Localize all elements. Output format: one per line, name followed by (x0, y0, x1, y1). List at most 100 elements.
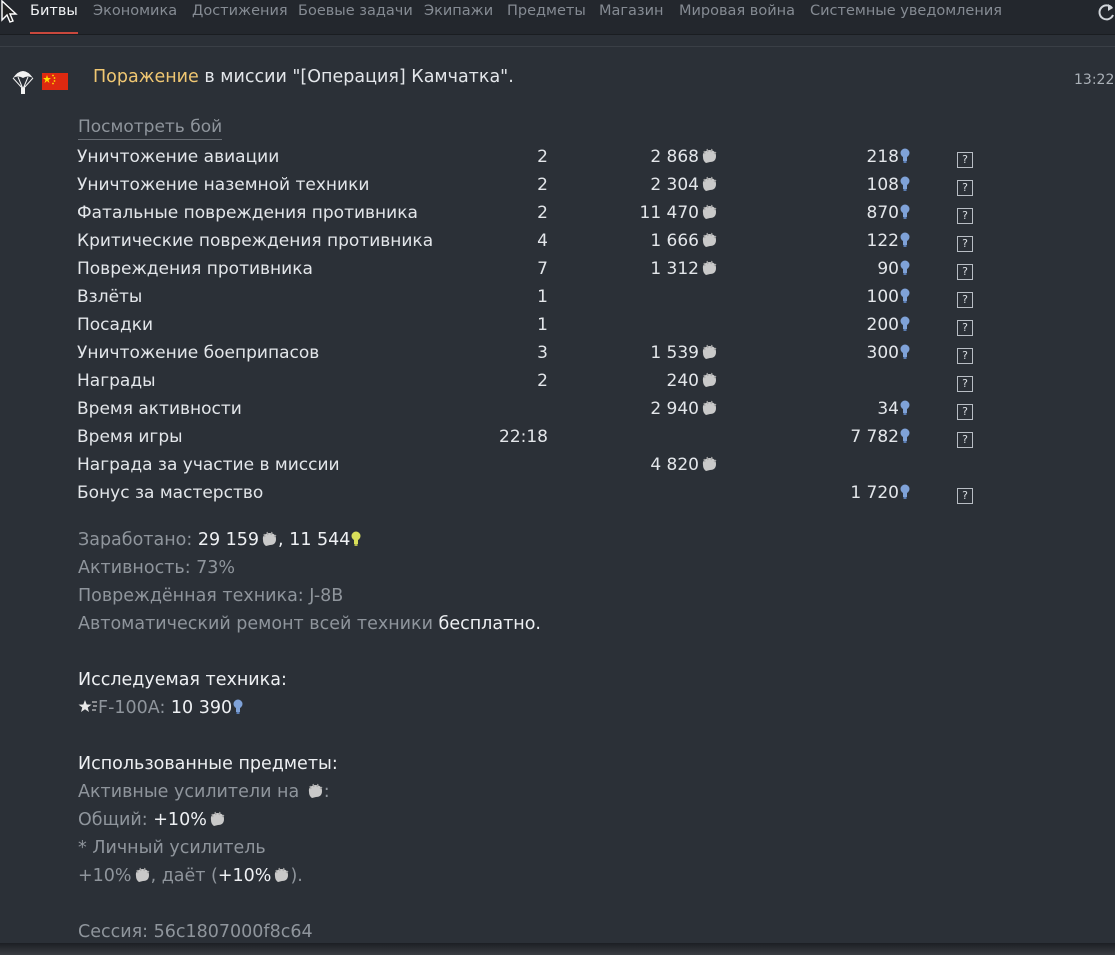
lion-icon (308, 783, 323, 798)
session-id: Сессия: 56c1807000f8c64 (78, 922, 313, 942)
row-sl-value: 240 (666, 371, 699, 391)
row-rp-value: 218 (866, 147, 899, 167)
help-icon[interactable]: ? (957, 180, 973, 196)
parachute-icon (12, 71, 34, 94)
earned-sl: 29 159 (197, 530, 260, 550)
row-count: 2 (537, 175, 548, 195)
refresh-icon[interactable] (1098, 2, 1115, 22)
lion-icon (702, 232, 717, 247)
cursor-icon (1, 0, 18, 23)
row-research-points: 7 782 (850, 427, 910, 447)
table-row: Уничтожение наземной техники 2 2 304 108? (0, 175, 1115, 203)
table-row: Повреждения противника 7 1 312 90? (0, 259, 1115, 287)
repair-line: Автоматический ремонт всей техники беспл… (78, 614, 541, 634)
row-rp-value: 300 (866, 343, 899, 363)
row-research-points: 90 (877, 259, 910, 279)
row-rp-value: 100 (866, 287, 899, 307)
row-count: 4 (537, 231, 548, 251)
separator (0, 46, 1115, 47)
help-icon[interactable]: ? (957, 292, 973, 308)
row-research-points: 300 (867, 343, 910, 363)
tab-economy[interactable]: Экономика (93, 0, 177, 32)
tab-shop[interactable]: Магазин (599, 0, 664, 32)
table-row: Бонус за мастерство 1 720? (0, 483, 1115, 511)
row-silver-lions: 2 868 (650, 147, 718, 167)
row-count: 2 (537, 203, 548, 223)
row-count: 2 (537, 147, 548, 167)
tab-items[interactable]: Предметы (507, 0, 586, 32)
research-vehicle: F-100A: (98, 698, 171, 718)
result-label: Поражение (93, 67, 199, 87)
table-row: Уничтожение боеприпасов 3 1 539 300? (0, 343, 1115, 371)
table-row: Время игры 22:18 7 782? (0, 427, 1115, 455)
row-name: Награды (77, 371, 156, 391)
research-bulb-icon (900, 204, 910, 219)
research-bulb-icon (900, 428, 910, 443)
row-silver-lions: 1 539 (650, 343, 718, 363)
row-count: 22:18 (499, 427, 548, 447)
china-flag-icon (42, 73, 68, 90)
help-icon[interactable]: ? (957, 152, 973, 168)
activity-line: Активность: 73% (78, 558, 236, 578)
lion-icon (210, 811, 225, 826)
bottom-strip (0, 943, 1115, 955)
lion-icon (702, 456, 717, 471)
lion-icon (135, 867, 149, 882)
help-icon[interactable]: ? (957, 320, 973, 336)
table-row: Взлёты 1 100? (0, 287, 1115, 315)
tab-system-notifications[interactable]: Системные уведомления (810, 0, 1002, 32)
row-research-points: 108 (867, 175, 910, 195)
earned-line: Заработано: 29 159, 11 544 (78, 530, 361, 550)
row-rp-value: 108 (866, 175, 899, 195)
row-count: 1 (537, 287, 548, 307)
table-row: Критические повреждения противника 4 1 666… (0, 231, 1115, 259)
personal-booster-value-line: +10%, даёт (+10%). (78, 866, 303, 886)
help-icon[interactable]: ? (957, 432, 973, 448)
row-research-points: 122 (867, 231, 910, 251)
view-battle-link[interactable]: Посмотреть бой (78, 117, 223, 140)
help-icon[interactable]: ? (957, 376, 973, 392)
damaged-value: J-8B (309, 586, 344, 606)
items-title: Использованные предметы: (78, 754, 338, 774)
battle-result-message: Поражение в миссии "[Операция] Камчатка"… (93, 67, 514, 87)
row-count: 3 (537, 343, 548, 363)
repair-value: бесплатно. (438, 614, 541, 634)
row-count: 7 (537, 259, 548, 279)
tab-crews[interactable]: Экипажи (424, 0, 493, 32)
help-icon[interactable]: ? (957, 264, 973, 280)
tab-battles[interactable]: Битвы (30, 0, 78, 34)
help-icon[interactable]: ? (957, 236, 973, 252)
research-bulb-icon (900, 176, 910, 191)
damaged-label: Повреждённая техника: (78, 586, 310, 606)
lion-icon (702, 372, 717, 387)
active-boosters-suffix: : (323, 782, 330, 802)
row-name: Посадки (77, 315, 154, 335)
row-name: Повреждения противника (77, 259, 313, 279)
tab-battle-tasks[interactable]: Боевые задачи (298, 0, 413, 32)
help-icon[interactable]: ? (957, 208, 973, 224)
row-name: Время игры (77, 427, 183, 447)
row-rp-value: 7 782 (850, 427, 899, 447)
table-row: Фатальные повреждения противника 2 11 470 8… (0, 203, 1115, 231)
help-icon[interactable]: ? (957, 348, 973, 364)
help-icon[interactable]: ? (957, 488, 973, 504)
gives-label: , даёт ( (150, 866, 218, 886)
tab-achievements[interactable]: Достижения (192, 0, 288, 32)
row-name: Награда за участие в миссии (77, 455, 340, 475)
research-bulb-icon (900, 344, 910, 359)
active-boosters-line: Активные усилители на : (78, 782, 330, 802)
table-row: Награда за участие в миссии 4 820 (0, 455, 1115, 483)
tab-world-war[interactable]: Мировая война (679, 0, 795, 32)
row-sl-value: 1 312 (650, 259, 699, 279)
row-silver-lions: 1 666 (650, 231, 718, 251)
gives-close: ). (290, 866, 303, 886)
message-time: 13:22 (1074, 72, 1115, 88)
row-sl-value: 2 940 (650, 399, 699, 419)
row-silver-lions: 2 940 (650, 399, 718, 419)
help-icon[interactable]: ? (957, 404, 973, 420)
table-row: Уничтожение авиации 2 2 868 218? (0, 147, 1115, 175)
lion-icon (275, 867, 289, 882)
row-name: Фатальные повреждения противника (77, 203, 418, 223)
row-sl-value: 2 304 (650, 175, 699, 195)
row-silver-lions: 11 470 (640, 203, 718, 223)
